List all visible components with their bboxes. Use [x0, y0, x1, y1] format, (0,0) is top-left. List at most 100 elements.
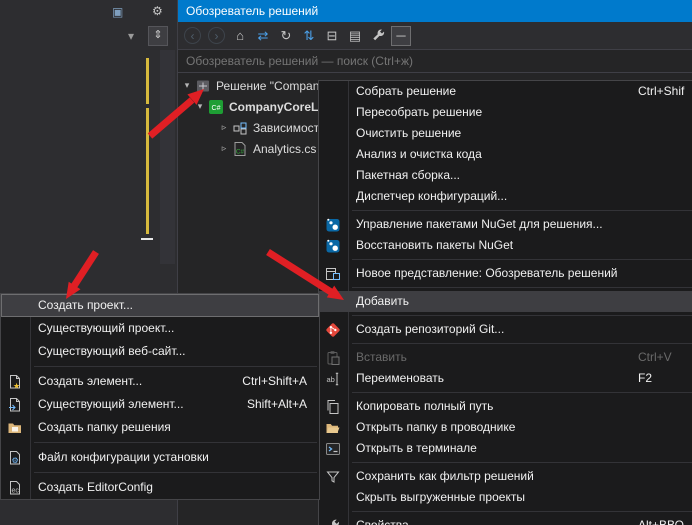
- rename-icon: ab: [325, 371, 341, 387]
- menu-item-new-editorconfig[interactable]: ec Создать EditorConfig: [1, 476, 319, 499]
- gear-icon[interactable]: [152, 3, 163, 19]
- dropdown-caret-icon[interactable]: [128, 28, 134, 44]
- existing-item-icon: [7, 397, 23, 413]
- menu-item-label: Существующий проект...: [38, 321, 174, 335]
- menu-item-label: Восстановить пакеты NuGet: [356, 238, 513, 252]
- splitter-icon[interactable]: [148, 26, 168, 46]
- menu-item-label: Свойства: [356, 518, 409, 525]
- menu-item-clean-solution[interactable]: Очистить решение: [319, 123, 692, 144]
- menu-item-label: Создать проект...: [38, 298, 133, 312]
- menu-item-manage-nuget-packages-for-solution[interactable]: Управление пакетами NuGet для решения...: [319, 214, 692, 235]
- menu-item-label: Сохранить как фильтр решений: [356, 469, 534, 483]
- collapse-all-button[interactable]: ⊟: [322, 26, 342, 46]
- new-view-icon: [325, 266, 341, 282]
- menu-item-new-item[interactable]: ★Создать элемент...Ctrl+Shift+A: [1, 370, 319, 393]
- expander-expanded-icon[interactable]: ▾: [181, 80, 193, 91]
- menu-item-shortcut: Ctrl+Shif: [638, 81, 684, 102]
- menu-item-installer-configuration-file[interactable]: ⚙ Файл конфигурации установки: [1, 446, 319, 469]
- menu-item-label: Управление пакетами NuGet для решения...: [356, 217, 603, 231]
- solution-folder-icon: [7, 420, 23, 436]
- menu-item-label: Добавить: [356, 294, 409, 308]
- menu-item-label: Новое представление: Обозреватель решени…: [356, 266, 617, 280]
- menu-item-new-solution-folder[interactable]: Создать папку решения: [1, 416, 319, 439]
- back-button[interactable]: ‹: [184, 27, 201, 44]
- svg-text:C#: C#: [212, 105, 221, 112]
- filter-icon: [325, 469, 341, 485]
- menu-item-rename[interactable]: abПереименоватьF2: [319, 368, 692, 389]
- expander-collapsed-icon[interactable]: ▹: [218, 122, 230, 133]
- properties-button[interactable]: [368, 26, 388, 46]
- menu-item-existing-item[interactable]: Существующий элемент...Shift+Alt+A: [1, 393, 319, 416]
- paste-icon: [325, 350, 341, 366]
- panel-header[interactable]: Обозреватель решений: [178, 0, 692, 22]
- menu-item-batch-build[interactable]: Пакетная сборка...: [319, 165, 692, 186]
- menu-item-shortcut: Shift+Alt+A: [247, 393, 307, 416]
- terminal-icon: [325, 441, 341, 457]
- menu-item-configuration-manager[interactable]: Диспетчер конфигураций...: [319, 186, 692, 207]
- search-input[interactable]: [178, 53, 692, 69]
- visual-studio-window: Обозреватель решений ‹›⌂⇄↻⇅⊟▤─ ▾Решение …: [0, 0, 692, 525]
- menu-separator: [352, 392, 692, 393]
- menu-separator: [34, 442, 317, 443]
- show-all-files-button[interactable]: ▤: [345, 26, 365, 46]
- menu-item-build-solution[interactable]: Собрать решение Ctrl+Shif: [319, 81, 692, 102]
- wrench-icon: [325, 518, 341, 525]
- solution-icon: [195, 78, 211, 94]
- menu-item-restore-nuget-packages[interactable]: Восстановить пакеты NuGet: [319, 235, 692, 256]
- menu-item-paste[interactable]: ВставитьCtrl+V: [319, 347, 692, 368]
- explorer-toolbar: ‹ › ⌂⇄↻⇅⊟▤ ─: [178, 22, 692, 50]
- menu-item-create-git-repository[interactable]: Создать репозиторий Git...: [319, 319, 692, 340]
- menu-item-label: Создать репозиторий Git...: [356, 322, 504, 336]
- panel-title: Обозреватель решений: [186, 4, 318, 18]
- csproj-icon: C#: [208, 99, 224, 115]
- menu-separator: [352, 259, 692, 260]
- home-button[interactable]: ⌂: [230, 26, 250, 46]
- menu-item-properties[interactable]: Свойства Alt+ВВО: [319, 515, 692, 525]
- preview-selected-items-button[interactable]: ─: [391, 26, 411, 46]
- editor-scrollbar-track[interactable]: [160, 50, 175, 264]
- nuget-icon: [325, 238, 341, 254]
- menu-item-label: Создать EditorConfig: [38, 480, 153, 494]
- expander-collapsed-icon[interactable]: ▹: [218, 143, 230, 154]
- menu-item-shortcut: Ctrl+V: [638, 347, 672, 368]
- pending-changes-filter-button[interactable]: ⇅: [299, 26, 319, 46]
- csfile-icon: C#: [232, 141, 248, 157]
- menu-item-new-project[interactable]: Создать проект...: [1, 294, 319, 317]
- window-icon[interactable]: [112, 4, 123, 20]
- nuget-icon: [325, 217, 341, 233]
- menu-item-label: Файл конфигурации установки: [38, 450, 209, 464]
- expander-expanded-icon[interactable]: ▾: [194, 101, 206, 112]
- menu-item-new-solution-explorer-view[interactable]: Новое представление: Обозреватель решени…: [319, 263, 692, 284]
- menu-item-label: Пакетная сборка...: [356, 168, 460, 182]
- context-menu: Собрать решение Ctrl+ShifПересобрать реше…: [318, 80, 692, 525]
- svg-text:C#: C#: [236, 148, 245, 155]
- refresh-button[interactable]: ↻: [276, 26, 296, 46]
- menu-item-open-in-terminal[interactable]: Открыть в терминале: [319, 438, 692, 459]
- menu-item-label: Скрыть выгруженные проекты: [356, 490, 525, 504]
- scrollbar-change-mark: [146, 58, 149, 104]
- sync-with-active-document-button[interactable]: ⇄: [253, 26, 273, 46]
- menu-item-add[interactable]: Добавить: [319, 291, 692, 312]
- menu-item-save-as-solution-filter[interactable]: Сохранить как фильтр решений: [319, 466, 692, 487]
- editorconfig-icon: ec: [7, 480, 23, 496]
- menu-item-analyze-and-code-cleanup[interactable]: Анализ и очистка кода: [319, 144, 692, 165]
- menu-item-label: Анализ и очистка кода: [356, 147, 482, 161]
- tree-item-label: Зависимост: [253, 121, 319, 135]
- svg-text:⚙: ⚙: [12, 456, 19, 465]
- menu-separator: [352, 511, 692, 512]
- menu-item-existing-project[interactable]: Существующий проект...: [1, 317, 319, 340]
- menu-item-label: Переименовать: [356, 371, 444, 385]
- menu-item-label: Очистить решение: [356, 126, 461, 140]
- menu-separator: [352, 343, 692, 344]
- menu-item-label: Собрать решение: [356, 84, 456, 98]
- menu-separator: [34, 472, 317, 473]
- menu-item-hide-unloaded-projects[interactable]: Скрыть выгруженные проекты: [319, 487, 692, 508]
- menu-item-existing-web-site[interactable]: Существующий веб-сайт...: [1, 340, 319, 363]
- menu-item-copy-full-path[interactable]: Копировать полный путь: [319, 396, 692, 417]
- forward-button[interactable]: ›: [208, 27, 225, 44]
- new-item-icon: ★: [7, 374, 23, 390]
- menu-item-label: Существующий веб-сайт...: [38, 344, 186, 358]
- menu-item-shortcut: Alt+ВВО: [638, 515, 684, 525]
- menu-item-open-folder-in-file-explorer[interactable]: Открыть папку в проводнике: [319, 417, 692, 438]
- menu-item-rebuild-solution[interactable]: Пересобрать решение: [319, 102, 692, 123]
